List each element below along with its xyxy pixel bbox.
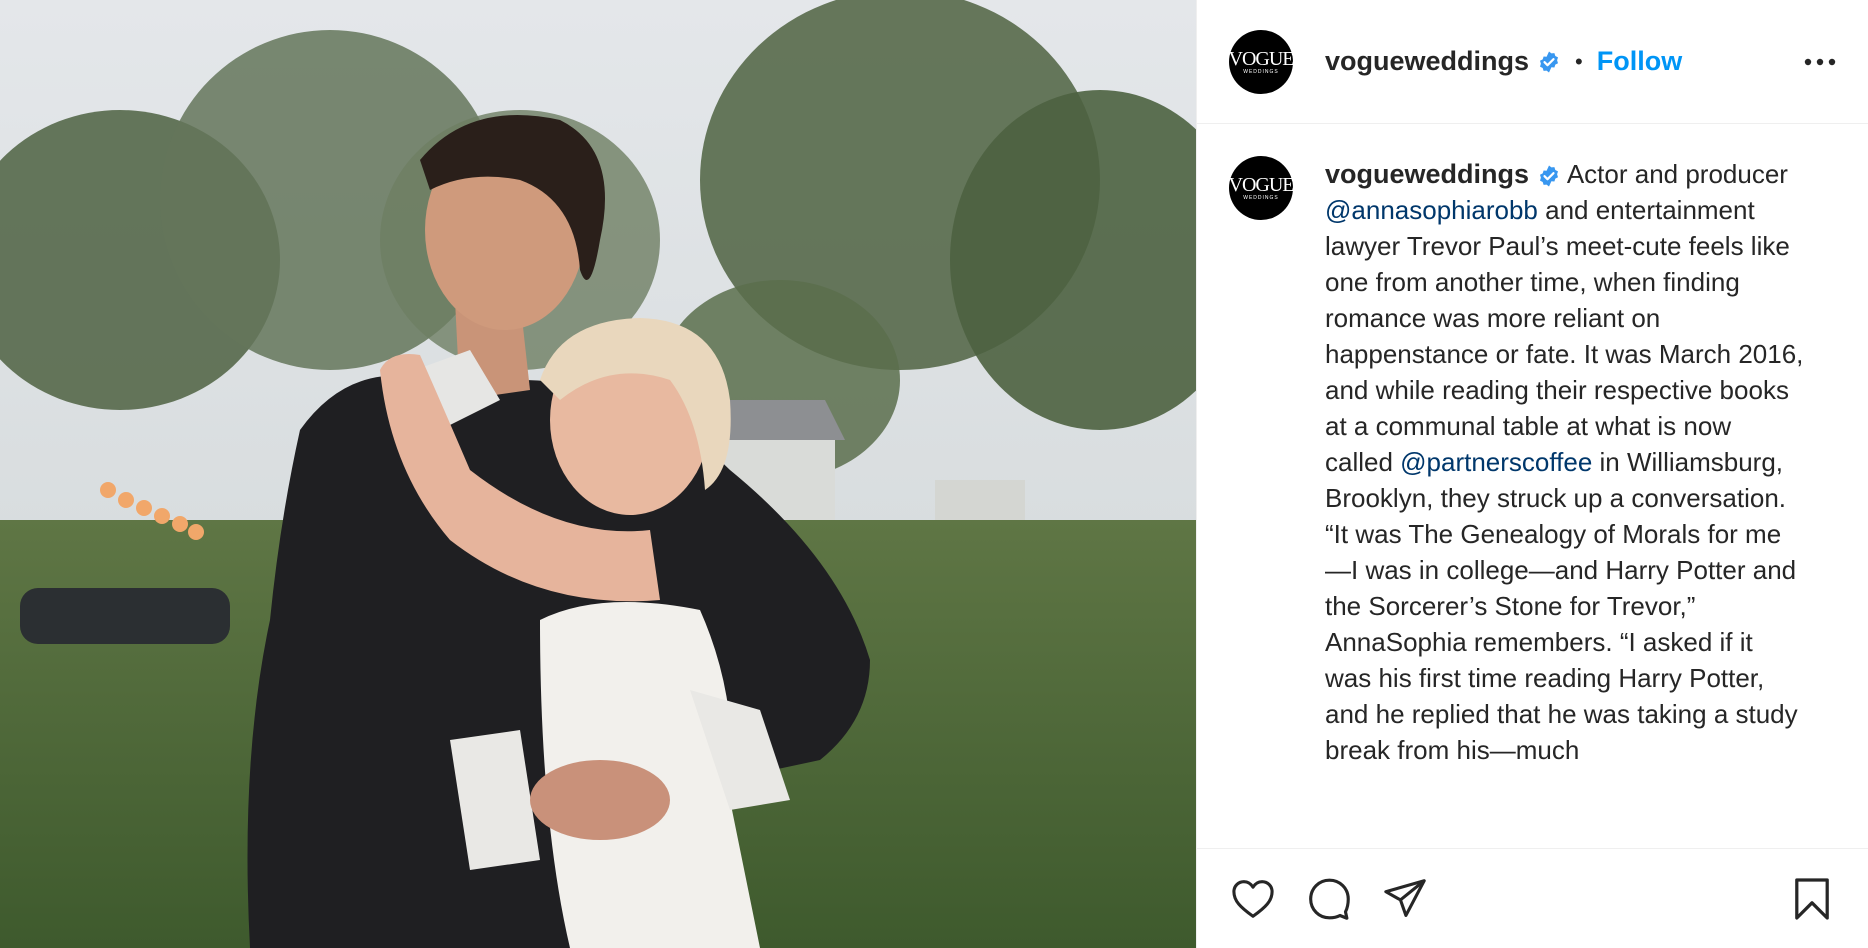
caption-text: in Williamsburg, Brooklyn, they struck u…	[1325, 447, 1798, 765]
comment-icon	[1309, 878, 1350, 920]
caption-text: Actor and producer	[1561, 159, 1788, 189]
heart-icon	[1232, 879, 1274, 918]
post-caption: vogueweddings Actor and producer @annaso…	[1325, 156, 1805, 768]
header-separator: •	[1575, 48, 1583, 74]
paper-plane-icon	[1384, 878, 1426, 917]
photo-illustration	[0, 0, 1196, 948]
caption-avatar[interactable]: VOGUE WEDDINGS	[1228, 156, 1295, 220]
avatar-logo-text: VOGUE	[1228, 47, 1295, 70]
save-button[interactable]	[1784, 871, 1840, 927]
account-username[interactable]: vogueweddings	[1325, 46, 1529, 77]
post-side-panel: VOGUE WEDDINGS vogueweddings • Follow VO…	[1196, 0, 1868, 948]
mention-link[interactable]: @annasophiarobb	[1325, 195, 1538, 225]
avatar-logo-subtext: WEDDINGS	[1243, 195, 1279, 201]
account-avatar[interactable]: VOGUE WEDDINGS	[1228, 29, 1295, 94]
share-button[interactable]	[1377, 871, 1433, 927]
comment-button[interactable]	[1301, 871, 1357, 927]
caption-text: and entertainment lawyer Trevor Paul’s m…	[1325, 195, 1804, 477]
bookmark-icon	[1795, 877, 1829, 920]
verified-badge-icon	[1540, 51, 1559, 72]
mention-link[interactable]: @partnerscoffee	[1400, 447, 1592, 477]
more-options-icon[interactable]	[1802, 44, 1838, 80]
verified-badge-icon	[1540, 165, 1559, 187]
post-photo[interactable]	[0, 0, 1196, 948]
caption-area: VOGUE WEDDINGS vogueweddings Actor and p…	[1197, 124, 1868, 848]
caption-username[interactable]: vogueweddings	[1325, 159, 1529, 189]
instagram-post: VOGUE WEDDINGS vogueweddings • Follow VO…	[0, 0, 1868, 948]
avatar-logo-text: VOGUE	[1228, 174, 1295, 196]
like-button[interactable]	[1225, 871, 1281, 927]
follow-button[interactable]: Follow	[1597, 46, 1682, 77]
ellipsis-icon	[1804, 58, 1836, 65]
post-header: VOGUE WEDDINGS vogueweddings • Follow	[1197, 0, 1868, 124]
avatar-logo-subtext: WEDDINGS	[1243, 68, 1279, 75]
post-actions-bar	[1197, 848, 1868, 948]
